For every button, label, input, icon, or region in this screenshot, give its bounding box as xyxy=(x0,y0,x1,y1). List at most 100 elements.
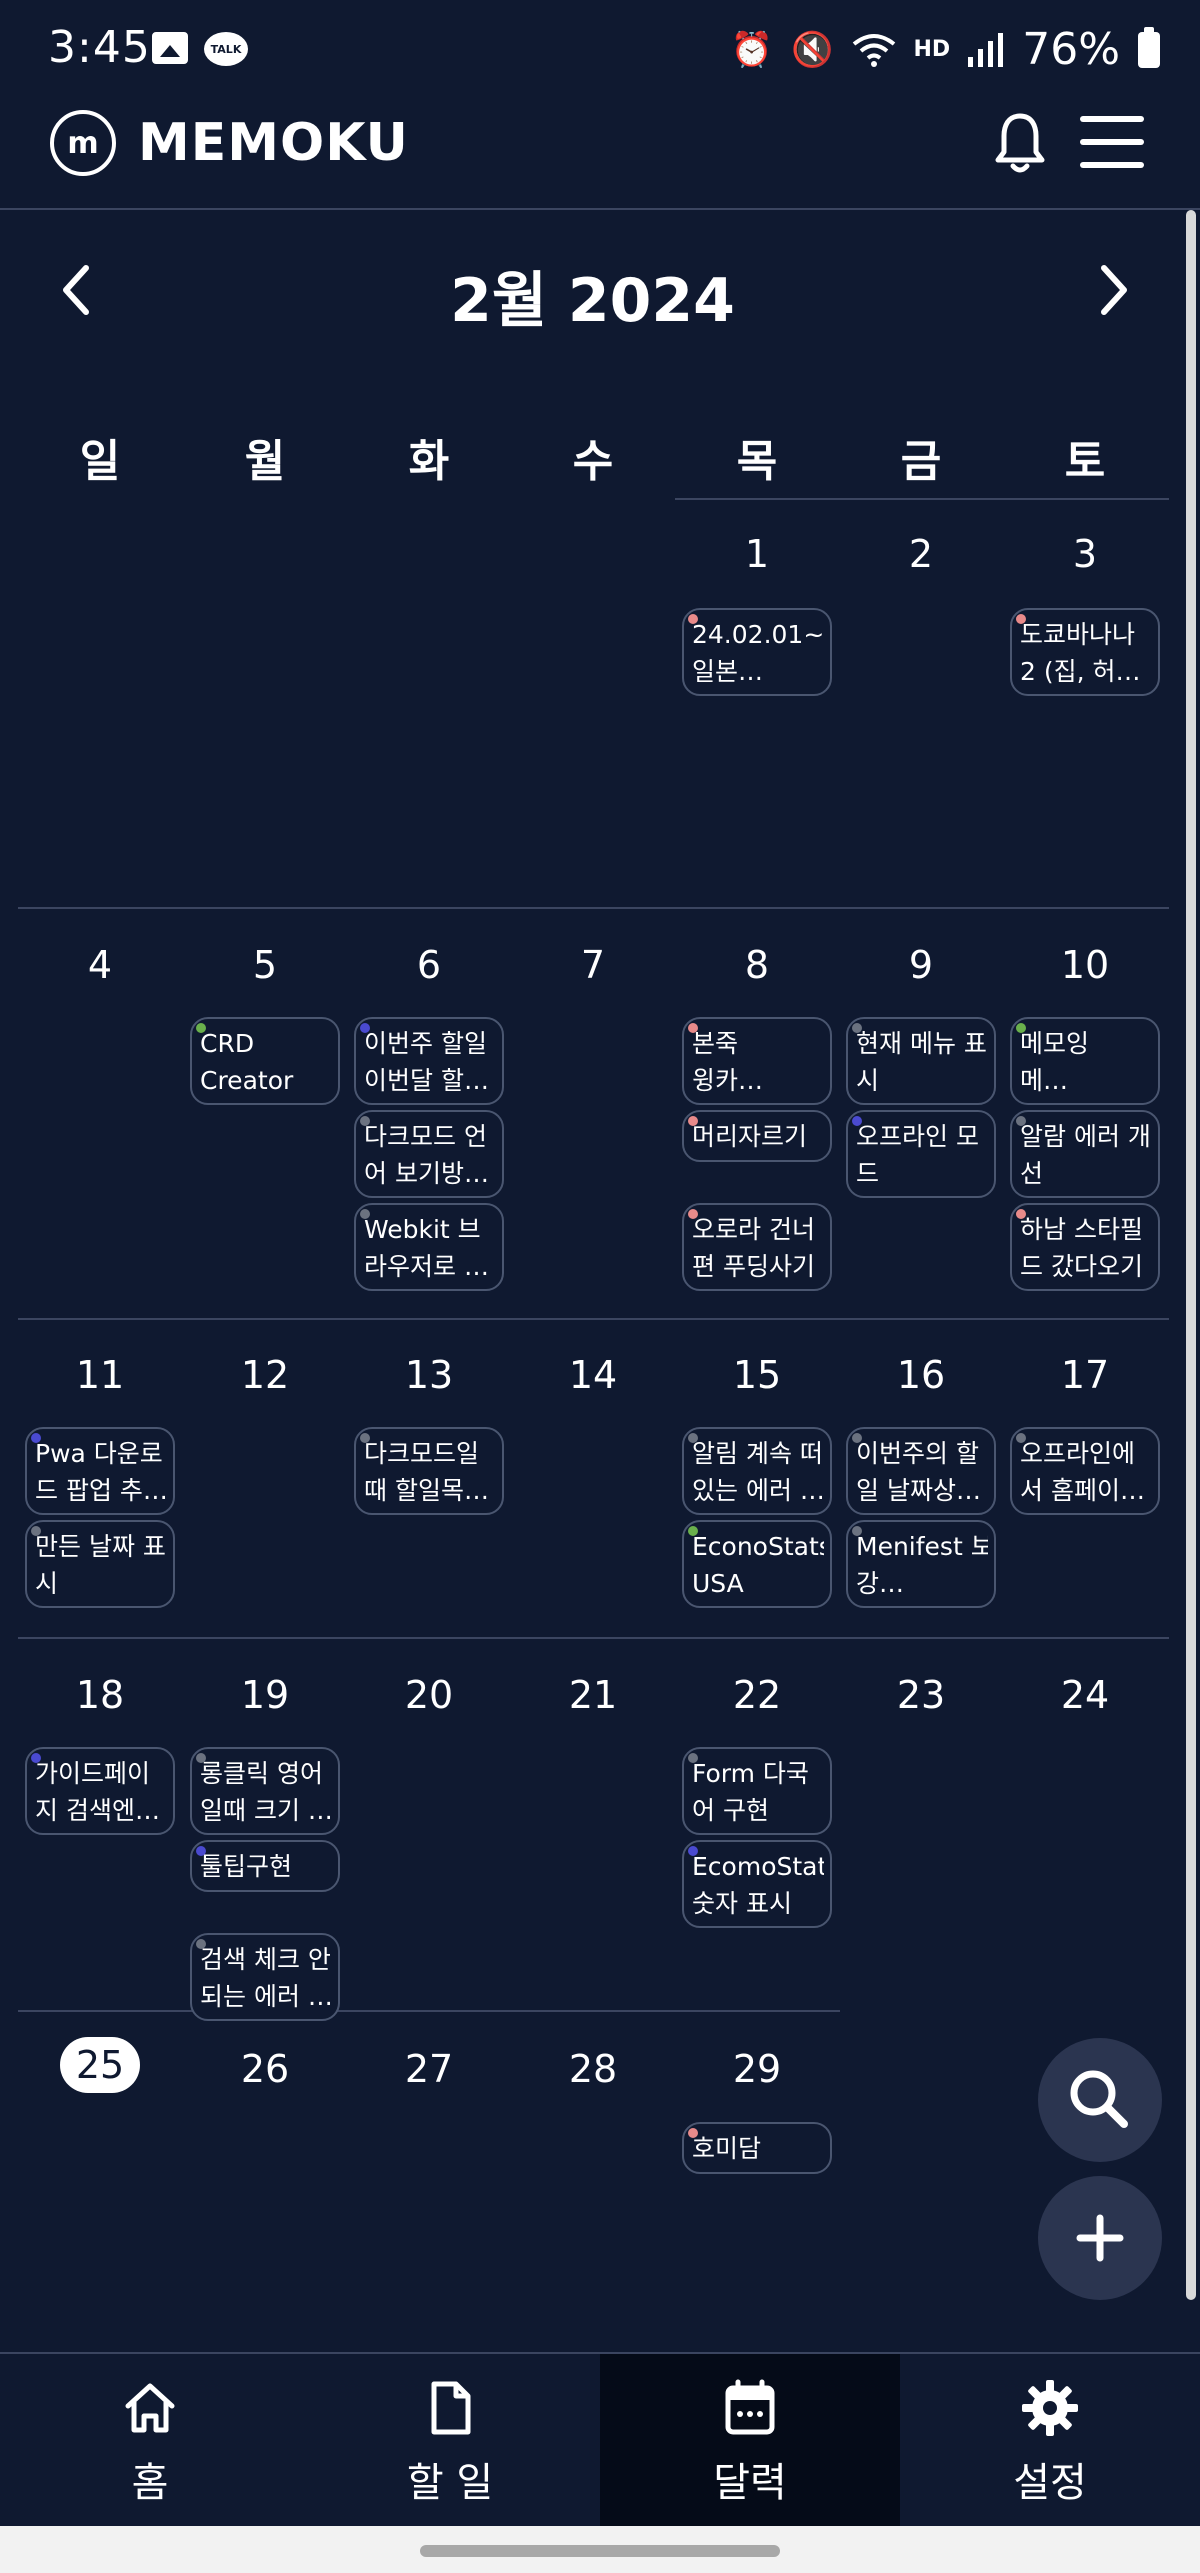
event-title: 이번주 할일 이번달 할… xyxy=(364,1029,489,1095)
event-color-dot xyxy=(1016,1209,1026,1219)
day-number[interactable]: 21 xyxy=(511,1673,675,1717)
day-number[interactable]: 14 xyxy=(511,1353,675,1397)
event-chip[interactable]: 오프라인 모 드 xyxy=(846,1110,996,1198)
day-number[interactable]: 17 xyxy=(1003,1353,1167,1397)
day-number[interactable]: 20 xyxy=(347,1673,511,1717)
event-title: 하남 스타필 드 갔다오기 xyxy=(1020,1215,1143,1281)
event-chip[interactable]: Webkit 브 라우저로 … xyxy=(354,1203,504,1291)
event-color-dot xyxy=(852,1526,862,1536)
scrollbar[interactable] xyxy=(1186,210,1196,2300)
day-number[interactable]: 7 xyxy=(511,943,675,987)
search-button[interactable] xyxy=(1038,2038,1162,2162)
hamburger-menu-icon[interactable] xyxy=(1080,116,1144,168)
day-number[interactable]: 16 xyxy=(839,1353,1003,1397)
day-number[interactable]: 27 xyxy=(347,2047,511,2091)
day-number[interactable]: 24 xyxy=(1003,1673,1167,1717)
event-title: Menifest 보 강… xyxy=(856,1532,988,1598)
day-number[interactable]: 19 xyxy=(183,1673,347,1717)
event-color-dot xyxy=(31,1753,41,1763)
notification-bell-icon[interactable] xyxy=(992,110,1048,174)
event-chip[interactable]: 본죽 윙카… xyxy=(682,1017,832,1105)
today-date[interactable]: 25 xyxy=(60,2037,140,2093)
day-number[interactable]: 2 xyxy=(839,532,1003,576)
home-icon xyxy=(125,2383,175,2433)
day-number[interactable]: 11 xyxy=(18,1353,182,1397)
day-number[interactable]: 23 xyxy=(839,1673,1003,1717)
day-number[interactable]: 29 xyxy=(675,2047,839,2091)
day-number[interactable]: 15 xyxy=(675,1353,839,1397)
event-title: 오프라인 모 드 xyxy=(856,1122,979,1188)
app-name: MEMOKU xyxy=(138,113,409,173)
event-chip[interactable]: 가이드페이 지 검색엔… xyxy=(25,1747,175,1835)
tab-home[interactable]: 홈 xyxy=(0,2354,300,2526)
event-chip[interactable]: 호미담 xyxy=(682,2122,832,2174)
next-month-chevron-icon[interactable] xyxy=(1088,258,1138,322)
event-chip[interactable]: 24.02.01~24 일본… xyxy=(682,608,832,696)
wifi-icon xyxy=(852,33,895,67)
gallery-notification-icon xyxy=(152,32,188,64)
event-title: 툴팁구현 xyxy=(200,1852,293,1881)
signal-icon xyxy=(968,32,1004,67)
event-color-dot xyxy=(196,1939,206,1949)
day-number[interactable]: 22 xyxy=(675,1673,839,1717)
day-number[interactable]: 8 xyxy=(675,943,839,987)
tab-label: 홈 xyxy=(131,2460,169,2506)
event-chip[interactable]: Form 다국 어 구현 xyxy=(682,1747,832,1835)
day-number[interactable]: 26 xyxy=(183,2047,347,2091)
event-title: 현재 메뉴 표 시 xyxy=(856,1029,987,1095)
weekday-sat: 토 xyxy=(1064,436,1106,487)
tab-todo[interactable]: 할 일 xyxy=(300,2354,600,2526)
day-number[interactable]: 5 xyxy=(183,943,347,987)
event-chip[interactable]: 다크모드 언 어 보기방… xyxy=(354,1110,504,1198)
event-chip[interactable]: 검색 체크 안 되는 에러 … xyxy=(190,1933,340,2021)
event-chip[interactable]: 이번주의 할 일 날짜상… xyxy=(846,1427,996,1515)
day-number[interactable]: 3 xyxy=(1003,532,1167,576)
event-chip[interactable]: 이번주 할일 이번달 할… xyxy=(354,1017,504,1105)
event-color-dot xyxy=(688,1526,698,1536)
day-number[interactable]: 13 xyxy=(347,1353,511,1397)
event-color-dot xyxy=(688,1846,698,1856)
event-chip[interactable]: 롱클릭 영어 일때 크기 … xyxy=(190,1747,340,1835)
event-chip[interactable]: Menifest 보 강… xyxy=(846,1520,996,1608)
event-chip[interactable]: 현재 메뉴 표 시 xyxy=(846,1017,996,1105)
weekday-thu: 목 xyxy=(736,436,778,487)
day-number[interactable]: 28 xyxy=(511,2047,675,2091)
add-button[interactable] xyxy=(1038,2176,1162,2300)
app-logo[interactable]: m xyxy=(50,110,116,176)
event-chip[interactable]: 다크모드일 때 할일목… xyxy=(354,1427,504,1515)
tab-settings[interactable]: 설정 xyxy=(900,2354,1200,2526)
event-color-dot xyxy=(1016,1433,1026,1443)
event-chip[interactable]: Pwa 다운로 드 팝업 추… xyxy=(25,1427,175,1515)
event-color-dot xyxy=(688,2128,698,2138)
event-chip[interactable]: EconoStats USA xyxy=(682,1520,832,1608)
event-chip[interactable]: 하남 스타필 드 갔다오기 xyxy=(1010,1203,1160,1291)
day-number[interactable]: 9 xyxy=(839,943,1003,987)
mute-icon: 🔇 xyxy=(791,29,834,70)
event-chip[interactable]: 도쿄바나나 2 (집, 허… xyxy=(1010,608,1160,696)
event-color-dot xyxy=(1016,1023,1026,1033)
event-chip[interactable]: 메모잉 메… xyxy=(1010,1017,1160,1105)
day-number[interactable]: 10 xyxy=(1003,943,1167,987)
event-color-dot xyxy=(1016,614,1026,624)
battery-percent: 76% xyxy=(1022,24,1120,75)
event-color-dot xyxy=(360,1116,370,1126)
event-chip[interactable]: 오로라 건너 편 푸딩사기 xyxy=(682,1203,832,1291)
day-number[interactable]: 12 xyxy=(183,1353,347,1397)
event-chip[interactable]: EcomoStats 숫자 표시 xyxy=(682,1840,832,1928)
day-number[interactable]: 4 xyxy=(18,943,182,987)
tab-calendar[interactable]: 달력 xyxy=(600,2354,900,2526)
home-indicator[interactable] xyxy=(420,2545,780,2557)
event-chip[interactable]: 오프라인에 서 홈페이… xyxy=(1010,1427,1160,1515)
day-number[interactable]: 1 xyxy=(675,532,839,576)
event-chip[interactable]: 만든 날짜 표 시 xyxy=(25,1520,175,1608)
day-number[interactable]: 18 xyxy=(18,1673,182,1717)
calendar-icon xyxy=(725,2379,775,2435)
day-number[interactable]: 6 xyxy=(347,943,511,987)
event-chip[interactable]: 알림 계속 떠 있는 에러 … xyxy=(682,1427,832,1515)
event-chip[interactable]: 머리자르기 xyxy=(682,1110,832,1162)
event-chip[interactable]: CRD Creator xyxy=(190,1017,340,1105)
tab-label: 할 일 xyxy=(406,2460,494,2506)
event-title: 오프라인에 서 홈페이… xyxy=(1020,1439,1145,1505)
event-chip[interactable]: 알람 에러 개 선 xyxy=(1010,1110,1160,1198)
event-chip[interactable]: 툴팁구현 xyxy=(190,1840,340,1892)
